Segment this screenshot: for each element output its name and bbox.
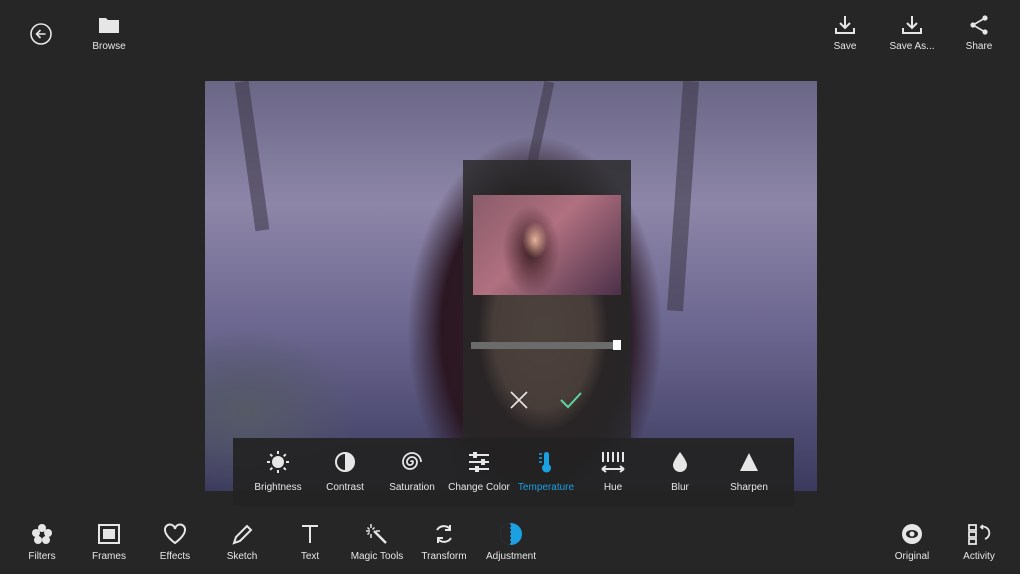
sketch-button[interactable]: Sketch <box>212 523 272 562</box>
contrast-icon <box>333 450 357 474</box>
drop-icon <box>668 450 692 474</box>
tool-label: Blur <box>671 482 689 493</box>
frame-icon <box>97 523 121 545</box>
text-icon <box>298 523 322 545</box>
sketch-label: Sketch <box>226 551 258 562</box>
temperature-slider[interactable] <box>471 340 621 350</box>
transform-icon <box>432 523 456 545</box>
sun-icon <box>266 450 290 474</box>
background-branch <box>666 81 700 312</box>
temperature-dialog <box>463 160 631 438</box>
save-label: Save <box>833 41 857 52</box>
tool-label: Saturation <box>389 482 435 493</box>
activity-label: Activity <box>963 551 995 562</box>
share-label: Share <box>965 41 993 52</box>
download-icon <box>833 15 857 35</box>
hue-icon <box>600 450 626 474</box>
magic-wand-icon <box>365 523 389 545</box>
save-button[interactable]: Save <box>815 15 875 52</box>
tool-saturation[interactable]: Saturation <box>377 450 447 493</box>
back-arrow-icon <box>29 22 53 46</box>
tool-blur[interactable]: Blur <box>645 450 715 493</box>
magic-tools-button[interactable]: Magic Tools <box>347 523 407 562</box>
tool-contrast[interactable]: Contrast <box>310 450 380 493</box>
frames-label: Frames <box>92 551 126 562</box>
flower-icon <box>30 523 54 545</box>
tool-sharpen[interactable]: Sharpen <box>714 450 784 493</box>
tool-change-color[interactable]: Change Color <box>444 450 514 493</box>
thermometer-icon <box>534 450 558 474</box>
eye-icon <box>900 523 924 545</box>
transform-button[interactable]: Transform <box>414 523 474 562</box>
adjustment-button[interactable]: Adjustment <box>481 521 541 562</box>
pencil-icon <box>230 523 254 545</box>
text-label: Text <box>300 551 320 562</box>
cancel-button[interactable] <box>509 390 529 410</box>
tool-brightness[interactable]: Brightness <box>243 450 313 493</box>
effects-label: Effects <box>159 551 191 562</box>
original-button[interactable]: Original <box>882 523 942 562</box>
heart-icon <box>163 523 187 545</box>
effects-button[interactable]: Effects <box>145 523 205 562</box>
background-branch <box>525 81 555 172</box>
tool-temperature[interactable]: Temperature <box>511 450 581 493</box>
download-icon <box>900 15 924 35</box>
frames-button[interactable]: Frames <box>79 523 139 562</box>
background-branch <box>234 81 270 232</box>
tool-label: Temperature <box>517 482 575 493</box>
preview-thumbnail <box>473 195 621 295</box>
adjustment-label: Adjustment <box>485 551 537 562</box>
folder-icon <box>97 15 121 35</box>
filters-button[interactable]: Filters <box>12 523 72 562</box>
browse-label: Browse <box>92 41 126 52</box>
magic-tools-label: Magic Tools <box>350 551 404 562</box>
tool-hue[interactable]: Hue <box>578 450 648 493</box>
save-as-label: Save As... <box>889 41 935 52</box>
text-button[interactable]: Text <box>280 523 340 562</box>
share-button[interactable]: Share <box>949 15 1009 52</box>
activity-button[interactable]: Activity <box>949 523 1009 562</box>
back-button[interactable] <box>11 22 71 46</box>
filters-label: Filters <box>28 551 56 562</box>
slider-thumb[interactable] <box>613 340 621 350</box>
adjustment-icon <box>498 521 524 547</box>
adjustment-tools-panel: Brightness Contrast Saturation Change Co… <box>233 438 794 506</box>
sliders-icon <box>467 450 491 474</box>
save-as-button[interactable]: Save As... <box>882 15 942 52</box>
tool-label: Sharpen <box>730 482 768 493</box>
share-icon <box>967 15 991 35</box>
activity-icon <box>967 523 991 545</box>
tool-label: Change Color <box>448 482 510 493</box>
original-label: Original <box>894 551 930 562</box>
confirm-button[interactable] <box>559 390 583 410</box>
saturation-spiral-icon <box>400 450 424 474</box>
triangle-icon <box>737 450 761 474</box>
browse-button[interactable]: Browse <box>79 15 139 52</box>
tool-label: Hue <box>603 482 623 493</box>
transform-label: Transform <box>421 551 467 562</box>
tool-label: Contrast <box>326 482 364 493</box>
tool-label: Brightness <box>254 482 302 493</box>
